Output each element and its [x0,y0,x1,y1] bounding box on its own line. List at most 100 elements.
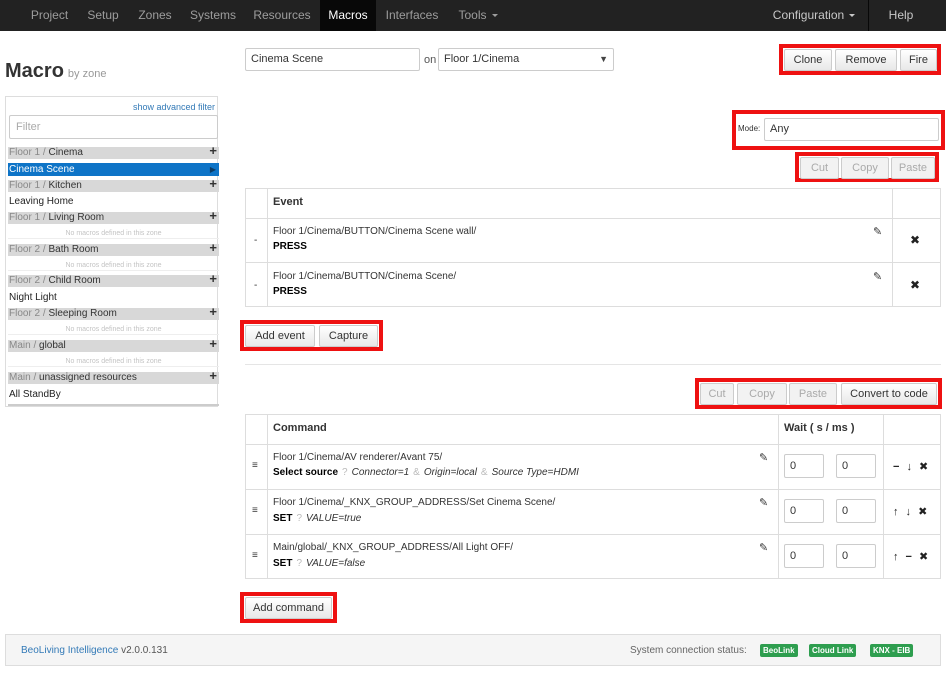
macro-item-all-standby[interactable]: All StandBy [8,388,219,401]
add-event-button[interactable]: Add event [245,325,315,347]
nav-tools[interactable]: Tools [448,0,508,31]
param-separator: & [413,467,420,478]
zone-header-bath-room[interactable]: Floor 2 / Bath Room + [8,241,219,256]
drag-handle-icon[interactable]: ≡ [252,550,258,561]
event-action: PRESS [273,286,307,297]
row-controls[interactable]: − ↓ ✖ [893,460,930,473]
nav-resources[interactable]: Resources [245,0,319,31]
param-separator: & [480,467,488,478]
zone-header-sleeping-room[interactable]: Floor 2 / Sleeping Room + [8,305,219,320]
nav-zones[interactable]: Zones [129,0,181,31]
edit-icon[interactable]: ✎ [873,270,882,283]
add-macro-icon[interactable]: + [209,177,217,190]
macro-item-cinema-scene[interactable]: Cinema Scene ▶ [8,163,219,176]
remove-button[interactable]: Remove [835,49,897,71]
add-macro-icon[interactable]: + [209,369,217,382]
macro-sidebar: show advanced filter Filter Floor 1 / Ci… [5,96,219,407]
command-copy-button[interactable]: Copy [737,383,787,405]
advanced-filter-link[interactable]: show advanced filter [133,102,215,112]
edit-icon[interactable]: ✎ [759,541,768,554]
add-macro-icon[interactable]: + [209,337,217,350]
mode-input[interactable]: Any [764,118,939,141]
delete-icon[interactable]: ✖ [910,278,920,292]
param-separator: ? [296,513,303,524]
command-param: VALUE=false [306,558,366,569]
column-divider [883,415,884,578]
add-macro-icon[interactable]: + [209,241,217,254]
drag-handle-icon[interactable]: ≡ [252,460,258,471]
zone-name: Child Room [48,275,101,286]
empty-zone-note: No macros defined in this zone [8,229,219,239]
drag-handle-icon[interactable]: ≡ [252,505,258,516]
command-cut-button[interactable]: Cut [700,383,734,405]
top-navbar: Project Setup Zones Systems Resources Ma… [0,0,946,31]
filter-input[interactable]: Filter [9,115,218,139]
zone-header-child-room[interactable]: Floor 2 / Child Room + [8,272,219,287]
row-controls[interactable]: ↑ − ✖ [893,550,930,563]
wait-seconds-input[interactable]: 0 [784,499,824,523]
event-copy-button[interactable]: Copy [841,157,889,179]
zone-header-unassigned[interactable]: Main / unassigned resources + [8,369,219,384]
macro-name-input[interactable]: Cinema Scene [245,48,420,71]
zone-select[interactable]: Floor 1/Cinema ▼ [438,48,614,71]
zone-name: Living Room [48,212,105,223]
wait-ms-input[interactable]: 0 [836,454,876,478]
footer: BeoLiving Intelligence v2.0.0.131 System… [5,634,941,666]
macro-item-night-light[interactable]: Night Light [8,291,219,304]
zone-prefix: Main / [9,340,40,351]
edit-icon[interactable]: ✎ [759,496,768,509]
delete-icon[interactable]: ✖ [910,233,920,247]
zone-header-cinema[interactable]: Floor 1 / Cinema + [8,144,219,159]
edit-icon[interactable]: ✎ [759,451,768,464]
zone-prefix: Floor 1 / [9,147,49,158]
selected-arrow-icon: ▶ [209,165,216,174]
zone-name: global [39,340,66,351]
add-macro-icon[interactable]: + [209,209,217,222]
zone-header-kitchen[interactable]: Floor 1 / Kitchen + [8,177,219,192]
column-divider [267,415,268,578]
clone-button[interactable]: Clone [784,49,832,71]
zone-prefix: Floor 2 / [9,308,49,319]
product-link[interactable]: BeoLiving Intelligence [21,645,118,656]
add-macro-icon[interactable]: + [209,305,217,318]
nav-systems[interactable]: Systems [183,0,243,31]
nav-divider [868,0,869,31]
row-divider [246,489,940,490]
nav-macros[interactable]: Macros [320,0,376,31]
wait-seconds-input[interactable]: 0 [784,454,824,478]
fire-button[interactable]: Fire [900,49,937,71]
add-command-button[interactable]: Add command [245,597,332,619]
command-paste-button[interactable]: Paste [789,383,837,405]
row-controls[interactable]: ↑ ↓ ✖ [893,505,929,518]
page-title: Macro by zone [5,60,106,83]
zone-header-global[interactable]: Main / global + [8,337,219,352]
nav-help[interactable]: Help [870,0,932,31]
zone-prefix: Floor 2 / [9,244,49,255]
wait-seconds-input[interactable]: 0 [784,544,824,568]
event-paste-button[interactable]: Paste [891,157,935,179]
nav-configuration[interactable]: Configuration [766,0,862,31]
status-badge-cloud-link: Cloud Link [809,644,857,657]
capture-button[interactable]: Capture [319,325,378,347]
zone-name: Kitchen [48,180,82,191]
page-title-text: Macro [5,60,64,82]
convert-to-code-button[interactable]: Convert to code [841,383,937,405]
nav-interfaces[interactable]: Interfaces [378,0,446,31]
nav-setup[interactable]: Setup [79,0,127,31]
product-info: BeoLiving Intelligence v2.0.0.131 [21,645,168,656]
add-macro-icon[interactable]: + [209,144,217,157]
event-marker: - [254,280,258,291]
add-macro-icon[interactable]: + [209,272,217,285]
wait-ms-input[interactable]: 0 [836,544,876,568]
dropdown-arrow-icon: ▼ [599,54,608,64]
edit-icon[interactable]: ✎ [873,225,882,238]
event-cut-button[interactable]: Cut [800,157,839,179]
wait-ms-input[interactable]: 0 [836,499,876,523]
macro-item-leaving-home[interactable]: Leaving Home [8,195,219,208]
connection-status-label: System connection status: [630,645,747,656]
zone-select-value: Floor 1/Cinema [444,53,520,65]
command-action: SET [273,513,293,524]
chevron-down-icon [849,14,856,18]
nav-project[interactable]: Project [22,0,77,31]
zone-header-living-room[interactable]: Floor 1 / Living Room + [8,209,219,224]
